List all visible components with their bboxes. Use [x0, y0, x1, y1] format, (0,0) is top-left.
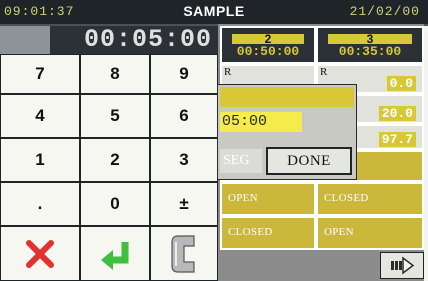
next-page-button[interactable]: [380, 252, 424, 279]
key-6[interactable]: 6: [150, 94, 218, 138]
event-label: OPEN: [324, 226, 354, 238]
key-2[interactable]: 2: [80, 138, 150, 182]
clock-date: 21/02/00: [349, 4, 420, 19]
key-0[interactable]: 0: [80, 182, 150, 226]
segment-2-tile[interactable]: 2 00:50:00: [220, 26, 316, 64]
event-tile[interactable]: CLOSED: [316, 182, 424, 216]
seg-button[interactable]: SEG: [220, 149, 262, 173]
key-decimal[interactable]: .: [0, 182, 80, 226]
clear-icon: [171, 234, 195, 273]
event-tile[interactable]: CLOSED: [220, 216, 316, 250]
segment-3-tile[interactable]: 3 00:35:00: [316, 26, 424, 64]
title-bar: 09:01:37 SAMPLE 21/02/00: [0, 0, 428, 26]
setpoint-value: 97.7: [378, 132, 416, 147]
event-tile[interactable]: OPEN: [316, 216, 424, 250]
enter-button[interactable]: [80, 226, 150, 281]
display-cursor-bar: [0, 26, 50, 54]
next-arrow-icon: [391, 256, 415, 275]
segment-number: 2: [232, 33, 304, 45]
ramp-prefix: R: [224, 66, 232, 78]
key-5[interactable]: 5: [80, 94, 150, 138]
controller-screen: 09:01:37 SAMPLE 21/02/00 2 00:50:00 3 00…: [0, 0, 428, 281]
event-label: CLOSED: [228, 226, 273, 238]
setpoint-value: 20.0: [378, 106, 416, 121]
ramp-prefix: R: [320, 66, 328, 78]
event-tile[interactable]: OPEN: [220, 182, 316, 216]
key-4[interactable]: 4: [0, 94, 80, 138]
setpoint-value: 0.0: [386, 76, 416, 91]
keypad-display: 00:05:00: [0, 26, 218, 54]
cancel-button[interactable]: [0, 226, 80, 281]
clear-button[interactable]: [150, 226, 218, 281]
event-label: CLOSED: [324, 192, 369, 204]
event-label: OPEN: [228, 192, 258, 204]
segment-number: 3: [328, 33, 412, 45]
segment-time: 00:50:00: [236, 44, 300, 59]
key-9[interactable]: 9: [150, 54, 218, 94]
key-7[interactable]: 7: [0, 54, 80, 94]
segment-time: 00:35:00: [338, 44, 402, 59]
key-plus-minus[interactable]: ±: [150, 182, 218, 226]
key-1[interactable]: 1: [0, 138, 80, 182]
key-8[interactable]: 8: [80, 54, 150, 94]
dialog-title-bar: [220, 87, 354, 107]
key-3[interactable]: 3: [150, 138, 218, 182]
time-input-field[interactable]: 05:00: [220, 112, 302, 132]
enter-icon: [101, 241, 129, 270]
close-icon: [26, 239, 54, 268]
done-button[interactable]: DONE: [266, 147, 352, 175]
edit-dialog: 05:00 SEG DONE: [217, 84, 357, 180]
keypad-display-value: 00:05:00: [83, 25, 212, 54]
